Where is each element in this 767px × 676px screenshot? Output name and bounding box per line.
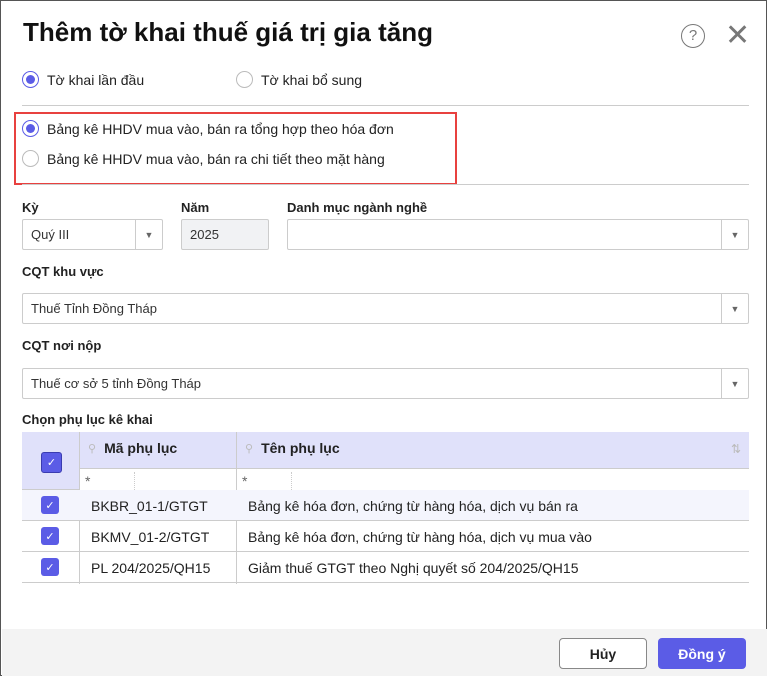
tax-area-select[interactable]: Thuế Tỉnh Đồng Tháp ▼: [22, 293, 749, 324]
sort-icon[interactable]: ⇅: [731, 442, 741, 456]
chevron-down-icon[interactable]: ▼: [721, 220, 748, 249]
row-name: Giảm thuế GTGT theo Nghị quyết số 204/20…: [248, 560, 579, 576]
select-all-checkbox[interactable]: ✓: [41, 452, 62, 473]
period-label: Kỳ: [22, 200, 39, 215]
ok-button[interactable]: Đồng ý: [658, 638, 746, 669]
row-checkbox[interactable]: ✓: [41, 527, 59, 545]
radio-detail-by-item[interactable]: Bảng kê HHDV mua vào, bán ra chi tiết th…: [22, 150, 385, 167]
industry-select[interactable]: ▼: [287, 219, 749, 250]
period-select[interactable]: Quý III ▼: [22, 219, 163, 250]
radio-label: Bảng kê HHDV mua vào, bán ra tổng hợp th…: [47, 120, 394, 137]
radio-icon: [22, 71, 39, 88]
row-code: PL 204/2025/QH15: [91, 560, 211, 576]
year-label: Năm: [181, 200, 210, 215]
filter-row: [79, 468, 749, 490]
radio-icon: [22, 150, 39, 167]
help-icon[interactable]: ?: [681, 24, 705, 48]
row-checkbox[interactable]: ✓: [41, 496, 59, 514]
pin-icon[interactable]: ⚲: [245, 442, 253, 455]
radio-icon: [22, 120, 39, 137]
year-value: 2025: [190, 227, 219, 242]
filter-operator: *: [242, 473, 248, 489]
period-value: Quý III: [31, 227, 70, 242]
industry-label: Danh mục ngành nghề: [287, 200, 428, 215]
tax-office-label: CQT nơi nộp: [22, 338, 102, 353]
pin-icon[interactable]: ⚲: [88, 442, 96, 455]
row-code: BKMV_01-2/GTGT: [91, 529, 210, 545]
row-name: Bảng kê hóa đơn, chứng từ hàng hóa, dịch…: [248, 498, 578, 514]
radio-supplement-declaration[interactable]: Tờ khai bổ sung: [236, 71, 362, 88]
row-name: Bảng kê hóa đơn, chứng từ hàng hóa, dịch…: [248, 529, 592, 545]
divider: [22, 184, 749, 185]
filter-code[interactable]: *: [85, 472, 135, 490]
radio-label: Tờ khai lần đầu: [47, 71, 145, 88]
row-checkbox[interactable]: ✓: [41, 558, 59, 576]
table-row[interactable]: ✓ PL 204/2025/QH15 Giảm thuế GTGT theo N…: [22, 552, 749, 583]
radio-summary-by-invoice[interactable]: Bảng kê HHDV mua vào, bán ra tổng hợp th…: [22, 120, 394, 137]
dialog-footer: [2, 629, 767, 676]
chevron-down-icon[interactable]: ▼: [721, 369, 748, 398]
chevron-down-icon[interactable]: ▼: [135, 220, 162, 249]
row-code: BKBR_01-1/GTGT: [91, 498, 208, 514]
cancel-button[interactable]: Hủy: [559, 638, 647, 669]
radio-label: Tờ khai bổ sung: [261, 71, 363, 88]
appendix-label: Chọn phụ lục kê khai: [22, 412, 153, 427]
radio-label: Bảng kê HHDV mua vào, bán ra chi tiết th…: [47, 150, 385, 167]
chevron-down-icon[interactable]: ▼: [721, 294, 748, 323]
column-header-code[interactable]: Mã phụ lục: [104, 440, 177, 456]
tax-office-select[interactable]: Thuế cơ sở 5 tỉnh Đồng Tháp ▼: [22, 368, 749, 399]
appendix-table: ✓ ⚲ Mã phụ lục ⚲ Tên phụ lục ⇅ * * ✓ BKBR_…: [22, 432, 749, 584]
column-header-name[interactable]: Tên phụ lục: [261, 440, 340, 456]
dialog-title: Thêm tờ khai thuế giá trị gia tăng: [23, 17, 433, 47]
tax-area-label: CQT khu vực: [22, 264, 104, 279]
radio-first-declaration[interactable]: Tờ khai lần đầu: [22, 71, 144, 88]
year-input[interactable]: 2025: [181, 219, 269, 250]
table-row[interactable]: ✓ BKBR_01-1/GTGT Bảng kê hóa đơn, chứng …: [22, 490, 749, 521]
radio-icon: [236, 71, 253, 88]
close-icon[interactable]: ✕: [725, 21, 750, 51]
filter-operator: *: [85, 473, 91, 489]
tax-area-value: Thuế Tỉnh Đồng Tháp: [31, 301, 157, 316]
filter-name[interactable]: *: [242, 472, 292, 490]
tax-office-value: Thuế cơ sở 5 tỉnh Đồng Tháp: [31, 376, 202, 391]
divider: [22, 105, 749, 106]
dialog: Thêm tờ khai thuế giá trị gia tăng ? ✕ T…: [0, 0, 767, 676]
table-row[interactable]: ✓ BKMV_01-2/GTGT Bảng kê hóa đơn, chứng …: [22, 521, 749, 552]
